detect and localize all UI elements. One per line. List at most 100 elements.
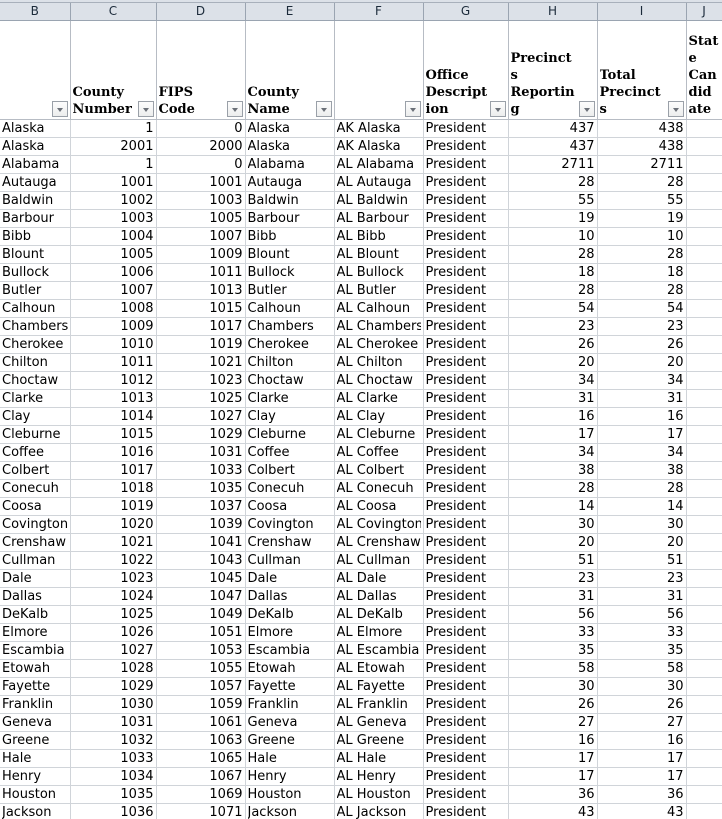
cell-d[interactable]: 1023 (156, 371, 246, 390)
cell-d[interactable]: 1045 (156, 569, 246, 588)
cell-c[interactable]: 1001 (70, 173, 157, 192)
cell-h[interactable]: 16 (508, 407, 598, 426)
cell-b[interactable]: Alaska (0, 119, 71, 138)
cell-g[interactable]: President (423, 641, 509, 660)
table-row[interactable]: Greene 1032 1063 Greene AL Greene President 16… (0, 731, 722, 750)
cell-b[interactable]: Colbert (0, 461, 71, 480)
cell-e[interactable]: Alaska (245, 119, 335, 138)
cell-f[interactable]: AL Houston (334, 785, 424, 804)
cell-g[interactable]: President (423, 497, 509, 516)
cell-i[interactable]: 54 (597, 299, 687, 318)
cell-b[interactable]: Alaska (0, 137, 71, 156)
cell-e[interactable]: Dallas (245, 587, 335, 606)
cell-h[interactable]: 19 (508, 209, 598, 228)
cell-f[interactable]: AL Franklin (334, 695, 424, 714)
cell-h[interactable]: 51 (508, 551, 598, 570)
cell-h[interactable]: 10 (508, 227, 598, 246)
column-header-d[interactable]: D (156, 3, 246, 21)
cell-g[interactable]: President (423, 677, 509, 696)
cell-j[interactable] (686, 803, 722, 819)
cell-c[interactable]: 1013 (70, 389, 157, 408)
cell-b[interactable]: Jackson (0, 803, 71, 819)
column-header-h[interactable]: H (508, 3, 598, 21)
table-row[interactable]: Conecuh 1018 1035 Conecuh AL Conecuh Presiden… (0, 479, 722, 498)
cell-b[interactable]: Chilton (0, 353, 71, 372)
cell-f[interactable]: AL Henry (334, 767, 424, 786)
table-row[interactable]: Cullman 1022 1043 Cullman AL Cullman Presiden… (0, 551, 722, 570)
cell-g[interactable]: President (423, 461, 509, 480)
cell-i[interactable]: 51 (597, 551, 687, 570)
cell-f[interactable]: AL Dale (334, 569, 424, 588)
cell-c[interactable]: 1029 (70, 677, 157, 696)
cell-e[interactable]: Cherokee (245, 335, 335, 354)
cell-b[interactable]: Escambia (0, 641, 71, 660)
cell-h[interactable]: 2711 (508, 155, 598, 174)
cell-h[interactable]: 43 (508, 803, 598, 819)
cell-f[interactable]: AL Autauga (334, 173, 424, 192)
cell-c[interactable]: 1026 (70, 623, 157, 642)
cell-c[interactable]: 1030 (70, 695, 157, 714)
cell-d[interactable]: 1063 (156, 731, 246, 750)
cell-i[interactable]: 17 (597, 767, 687, 786)
cell-h[interactable]: 58 (508, 659, 598, 678)
filter-dropdown-icon-e[interactable] (315, 100, 332, 117)
cell-j[interactable] (686, 389, 722, 408)
cell-e[interactable]: Clarke (245, 389, 335, 408)
cell-b[interactable]: Etowah (0, 659, 71, 678)
cell-g[interactable]: President (423, 605, 509, 624)
cell-f[interactable]: AL Chilton (334, 353, 424, 372)
cell-i[interactable]: 27 (597, 713, 687, 732)
cell-f[interactable]: AL Fayette (334, 677, 424, 696)
filter-dropdown-icon-h[interactable] (578, 100, 595, 117)
cell-e[interactable]: Covington (245, 515, 335, 534)
cell-d[interactable]: 1007 (156, 227, 246, 246)
table-row[interactable]: Choctaw 1012 1023 Choctaw AL Choctaw Presiden… (0, 371, 722, 390)
table-row[interactable]: Colbert 1017 1033 Colbert AL Colbert Presiden… (0, 461, 722, 480)
cell-e[interactable]: Baldwin (245, 191, 335, 210)
cell-c[interactable]: 1009 (70, 317, 157, 336)
cell-i[interactable]: 19 (597, 209, 687, 228)
cell-b[interactable]: Alabama (0, 155, 71, 174)
cell-c[interactable]: 1019 (70, 497, 157, 516)
cell-d[interactable]: 1021 (156, 353, 246, 372)
cell-i[interactable]: 28 (597, 479, 687, 498)
table-row[interactable]: Fayette 1029 1057 Fayette AL Fayette Presiden… (0, 677, 722, 696)
cell-d[interactable]: 1055 (156, 659, 246, 678)
cell-e[interactable]: Houston (245, 785, 335, 804)
cell-c[interactable]: 1024 (70, 587, 157, 606)
cell-c[interactable]: 1002 (70, 191, 157, 210)
cell-c[interactable]: 2001 (70, 137, 157, 156)
cell-d[interactable]: 1025 (156, 389, 246, 408)
cell-c[interactable]: 1020 (70, 515, 157, 534)
cell-j[interactable] (686, 677, 722, 696)
cell-d[interactable]: 1005 (156, 209, 246, 228)
cell-i[interactable]: 30 (597, 515, 687, 534)
cell-j[interactable] (686, 461, 722, 480)
table-row[interactable]: Autauga 1001 1001 Autauga AL Autauga Presiden… (0, 173, 722, 192)
cell-c[interactable]: 1021 (70, 533, 157, 552)
cell-e[interactable]: Alaska (245, 137, 335, 156)
cell-i[interactable]: 16 (597, 407, 687, 426)
table-row[interactable]: Butler 1007 1013 Butler AL Butler President 28… (0, 281, 722, 300)
table-row[interactable]: Alabama 1 0 Alabama AL Alabama President 2711 2… (0, 155, 722, 174)
filter-dropdown-icon-f[interactable] (404, 100, 421, 117)
cell-c[interactable]: 1004 (70, 227, 157, 246)
cell-j[interactable] (686, 299, 722, 318)
cell-d[interactable]: 1027 (156, 407, 246, 426)
cell-h[interactable]: 35 (508, 641, 598, 660)
cell-b[interactable]: Barbour (0, 209, 71, 228)
table-row[interactable]: Covington 1020 1039 Covington AL Covington Pr… (0, 515, 722, 534)
cell-d[interactable]: 1043 (156, 551, 246, 570)
cell-f[interactable]: AL Geneva (334, 713, 424, 732)
cell-i[interactable]: 20 (597, 533, 687, 552)
cell-e[interactable]: Hale (245, 749, 335, 768)
cell-i[interactable]: 34 (597, 443, 687, 462)
cell-d[interactable]: 1033 (156, 461, 246, 480)
cell-i[interactable]: 438 (597, 119, 687, 138)
cell-e[interactable]: Coosa (245, 497, 335, 516)
cell-g[interactable]: President (423, 299, 509, 318)
cell-j[interactable] (686, 569, 722, 588)
cell-h[interactable]: 20 (508, 533, 598, 552)
cell-h[interactable]: 20 (508, 353, 598, 372)
cell-g[interactable]: President (423, 227, 509, 246)
